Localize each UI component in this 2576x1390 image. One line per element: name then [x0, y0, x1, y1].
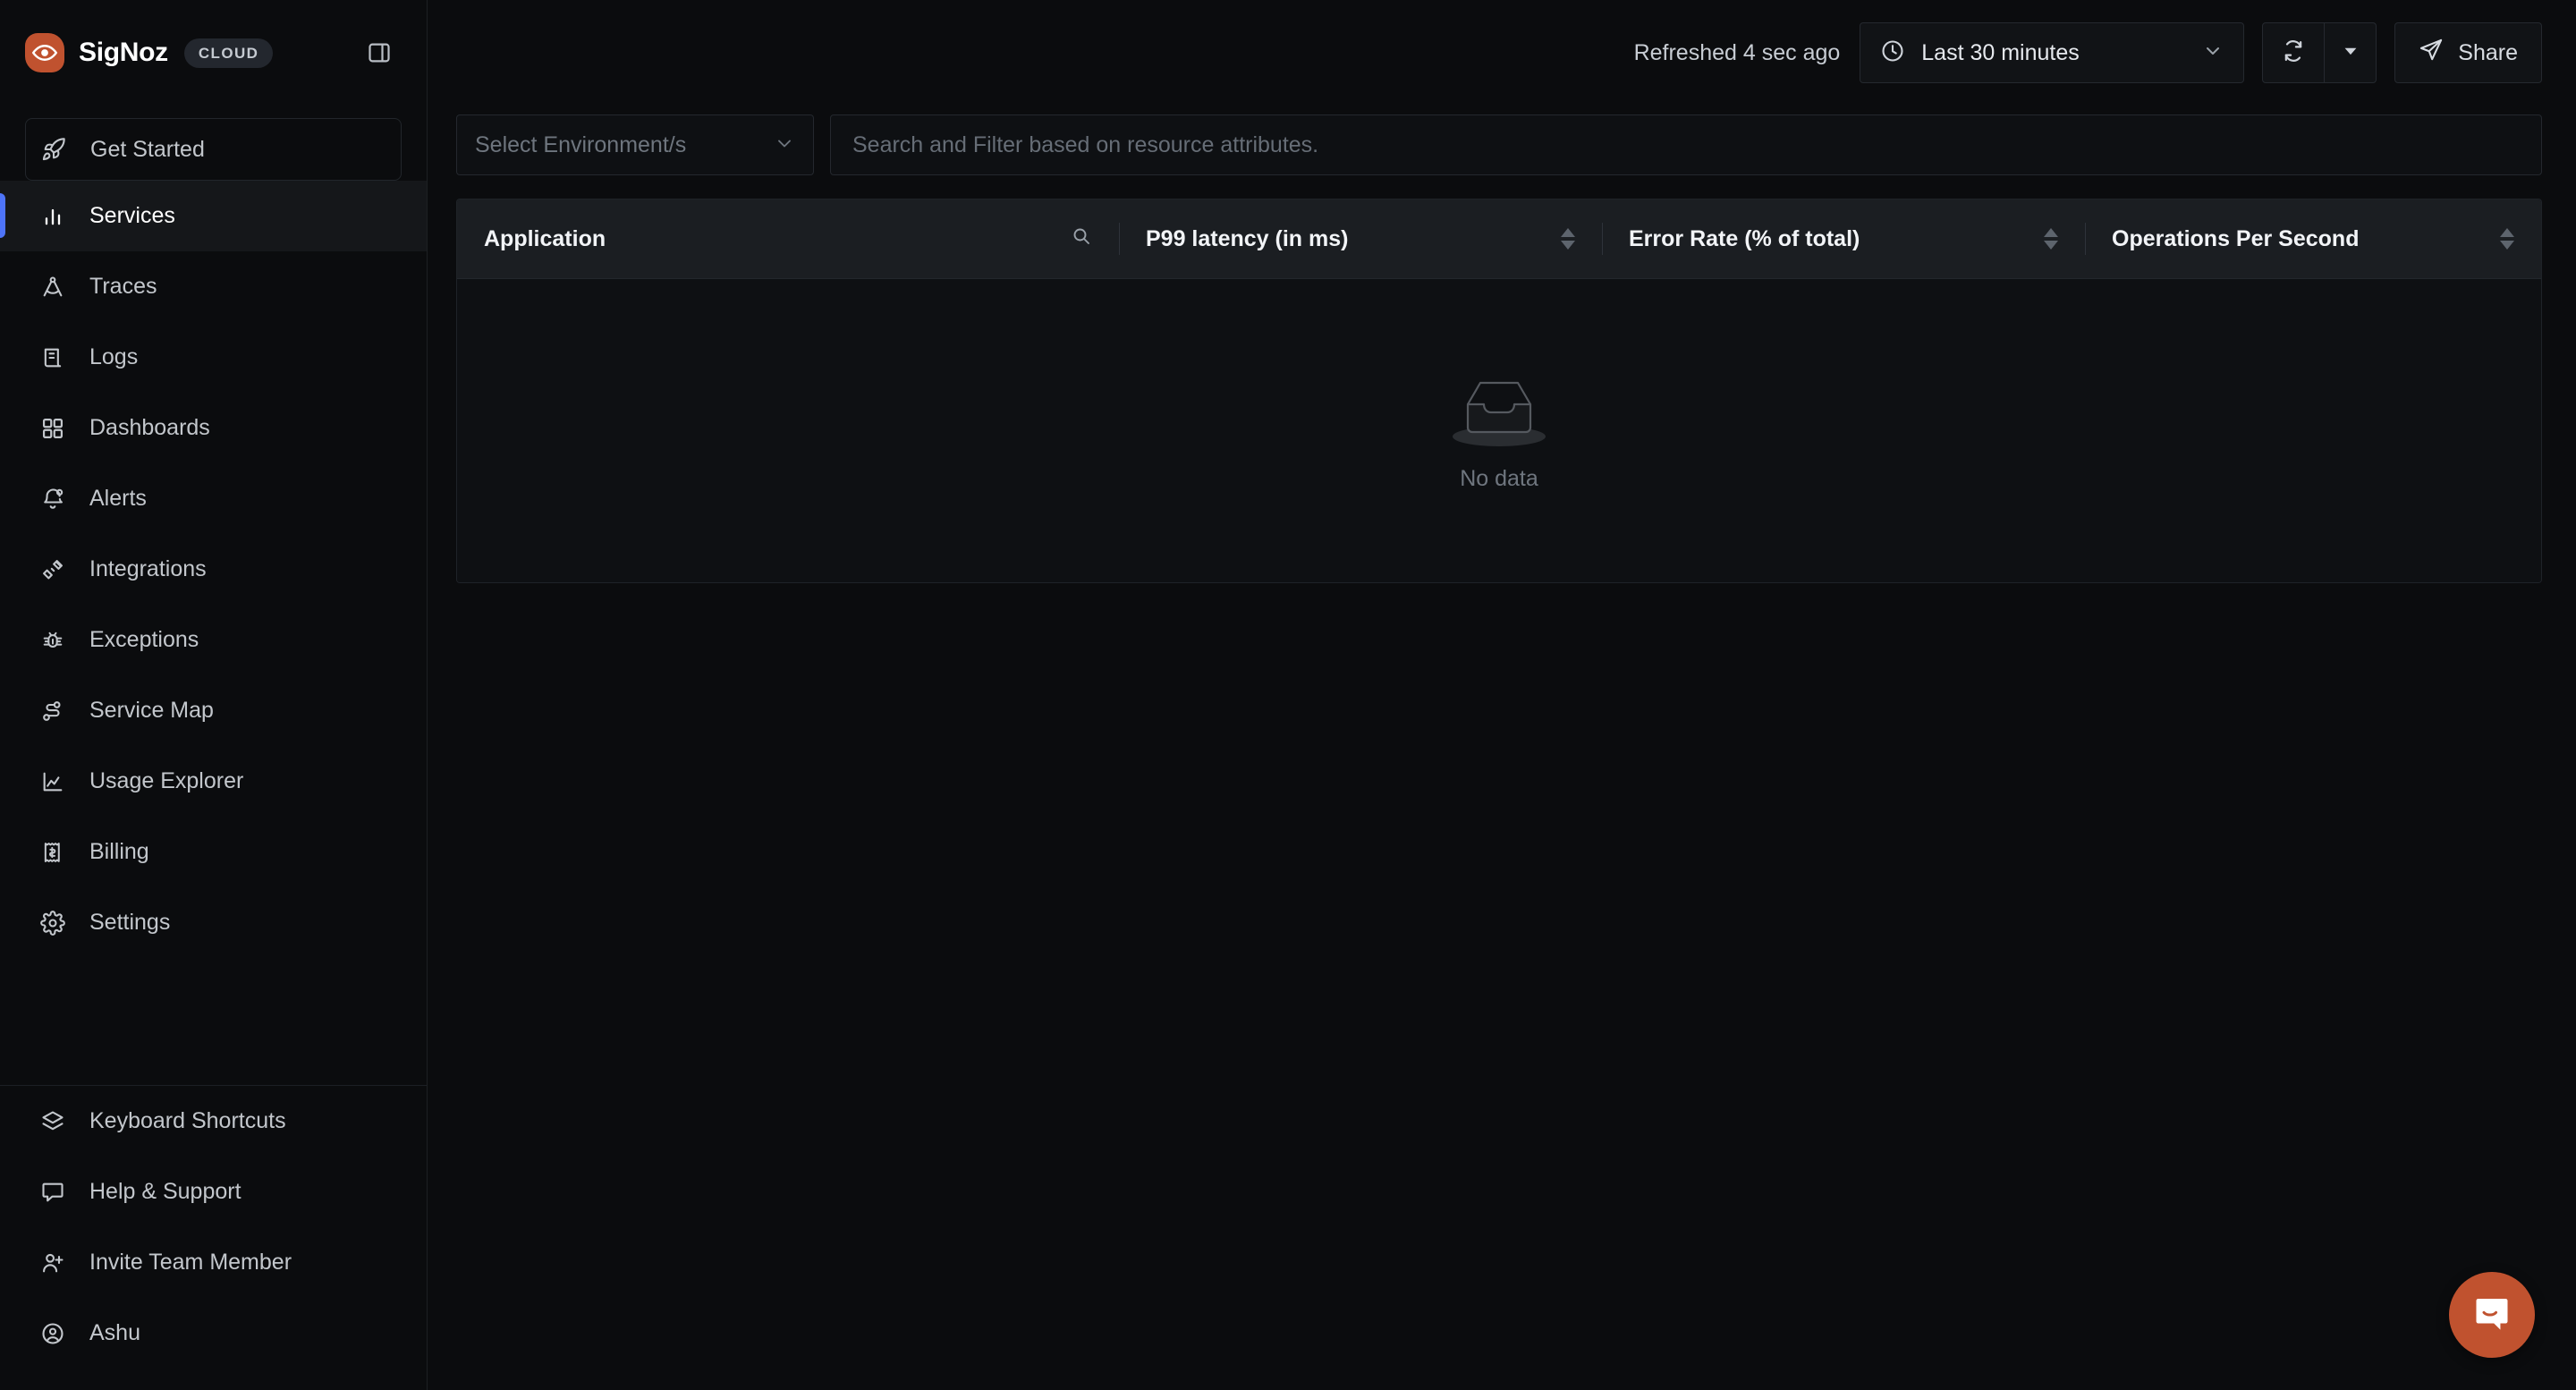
column-label: Application [484, 226, 1071, 252]
network-icon [39, 698, 66, 725]
bug-icon [39, 627, 66, 654]
refresh-interval-dropdown-button[interactable] [2324, 23, 2376, 82]
gear-icon [39, 910, 66, 937]
layers-icon [39, 1108, 66, 1135]
refreshed-status: Refreshed 4 sec ago [1634, 40, 1841, 66]
sidebar-item-alerts[interactable]: Alerts [0, 463, 427, 534]
table-body: No data [457, 278, 2541, 582]
time-range-label: Last 30 minutes [1921, 40, 2186, 66]
sidebar-item-settings[interactable]: Settings [0, 887, 427, 958]
share-label: Share [2458, 40, 2518, 66]
search-input[interactable] [852, 132, 2520, 158]
sidebar-item-label: Exceptions [89, 627, 199, 653]
sidebar-item-label: Settings [89, 910, 170, 936]
sidebar-item-label: Logs [89, 344, 138, 370]
sidebar-item-keyboard-shortcuts[interactable]: Keyboard Shortcuts [0, 1086, 427, 1157]
topbar: Refreshed 4 sec ago Last 30 minutes [428, 0, 2576, 106]
column-header-application[interactable]: Application [457, 199, 1119, 278]
chevron-down-icon [774, 132, 795, 158]
sidebar-item-integrations[interactable]: Integrations [0, 534, 427, 605]
environment-select-label: Select Environment/s [475, 132, 774, 158]
sidebar-item-logs[interactable]: Logs [0, 322, 427, 393]
sidebar-item-traces[interactable]: Traces [0, 251, 427, 322]
cloud-badge: CLOUD [184, 38, 273, 68]
sidebar-item-service-map[interactable]: Service Map [0, 675, 427, 746]
sidebar-item-label: Help & Support [89, 1179, 242, 1205]
empty-state: No data [1441, 370, 1557, 492]
drafting-compass-icon [39, 274, 66, 301]
user-circle-icon [39, 1320, 66, 1347]
rocket-icon [40, 136, 67, 163]
sidebar-item-label: Billing [89, 839, 149, 865]
sidebar-item-usage-explorer[interactable]: Usage Explorer [0, 746, 427, 817]
sidebar-item-label: Keyboard Shortcuts [89, 1108, 286, 1134]
sidebar-item-label: Dashboards [89, 415, 210, 441]
search-filter-box[interactable] [830, 114, 2542, 175]
column-header-p99-latency[interactable]: P99 latency (in ms) [1119, 199, 1602, 278]
receipt-icon [39, 839, 66, 866]
sort-icon[interactable] [2500, 228, 2514, 250]
layout-grid-icon [39, 415, 66, 442]
time-range-picker[interactable]: Last 30 minutes [1860, 22, 2244, 83]
inbox-empty-icon [1441, 370, 1557, 453]
brand-name: SigNoz [79, 38, 168, 68]
services-table: Application P99 latency (in ms) Error Ra… [456, 199, 2542, 583]
sidebar-item-label: Traces [89, 274, 157, 300]
sidebar-item-user-profile[interactable]: Ashu [0, 1298, 427, 1369]
search-icon[interactable] [1071, 225, 1092, 253]
intercom-chat-button[interactable] [2449, 1272, 2535, 1358]
bar-chart-icon [39, 203, 66, 230]
table-header-row: Application P99 latency (in ms) Error Ra… [457, 199, 2541, 278]
environment-select[interactable]: Select Environment/s [456, 114, 814, 175]
share-button[interactable]: Share [2394, 22, 2542, 83]
area-chart-icon [39, 768, 66, 795]
sidebar-item-exceptions[interactable]: Exceptions [0, 605, 427, 675]
user-plus-icon [39, 1250, 66, 1276]
sidebar: SigNoz CLOUD Get Star [0, 0, 428, 1390]
intercom-chat-icon [2470, 1291, 2514, 1340]
sidebar-item-label: Service Map [89, 698, 214, 724]
sidebar-item-label: Alerts [89, 486, 147, 512]
scroll-text-icon [39, 344, 66, 371]
sidebar-item-label: Ashu [89, 1320, 140, 1346]
sidebar-item-label: Usage Explorer [89, 768, 243, 794]
sidebar-nav: Get Started Services [0, 106, 427, 1069]
sidebar-item-label: Integrations [89, 556, 207, 582]
sidebar-bottom-nav: Keyboard Shortcuts Help & Support [0, 1086, 427, 1390]
column-label: P99 latency (in ms) [1146, 226, 1545, 252]
sort-icon[interactable] [2044, 228, 2058, 250]
sidebar-item-invite-team-member[interactable]: Invite Team Member [0, 1227, 427, 1298]
chevron-down-icon [2202, 40, 2224, 66]
message-square-icon [39, 1179, 66, 1206]
bell-dot-icon [39, 486, 66, 513]
sidebar-item-dashboards[interactable]: Dashboards [0, 393, 427, 463]
clock-icon [1880, 38, 1905, 68]
plug-icon [39, 556, 66, 583]
refresh-button-group [2262, 22, 2377, 83]
column-label: Operations Per Second [2112, 226, 2484, 252]
app-root: SigNoz CLOUD Get Star [0, 0, 2576, 1390]
sort-icon[interactable] [1561, 228, 1575, 250]
refresh-cw-icon [2281, 38, 2306, 68]
sidebar-item-services[interactable]: Services [0, 181, 427, 251]
sidebar-item-label: Invite Team Member [89, 1250, 292, 1276]
column-header-error-rate[interactable]: Error Rate (% of total) [1602, 199, 2085, 278]
caret-down-icon [2341, 41, 2360, 65]
panel-collapse-icon[interactable] [364, 38, 394, 68]
sidebar-header: SigNoz CLOUD [0, 0, 427, 106]
sidebar-item-get-started[interactable]: Get Started [25, 118, 402, 181]
filter-row: Select Environment/s [428, 106, 2576, 175]
sidebar-item-label: Services [89, 203, 175, 229]
signoz-eye-logo-icon [25, 33, 64, 72]
main-content: Refreshed 4 sec ago Last 30 minutes [428, 0, 2576, 1390]
empty-state-label: No data [1460, 466, 1538, 492]
send-icon [2419, 38, 2444, 69]
sidebar-item-label: Get Started [90, 137, 205, 163]
sidebar-item-billing[interactable]: Billing [0, 817, 427, 887]
sidebar-item-help-support[interactable]: Help & Support [0, 1157, 427, 1227]
column-header-operations-per-second[interactable]: Operations Per Second [2085, 199, 2541, 278]
refresh-button[interactable] [2263, 23, 2324, 82]
column-label: Error Rate (% of total) [1629, 226, 2028, 252]
